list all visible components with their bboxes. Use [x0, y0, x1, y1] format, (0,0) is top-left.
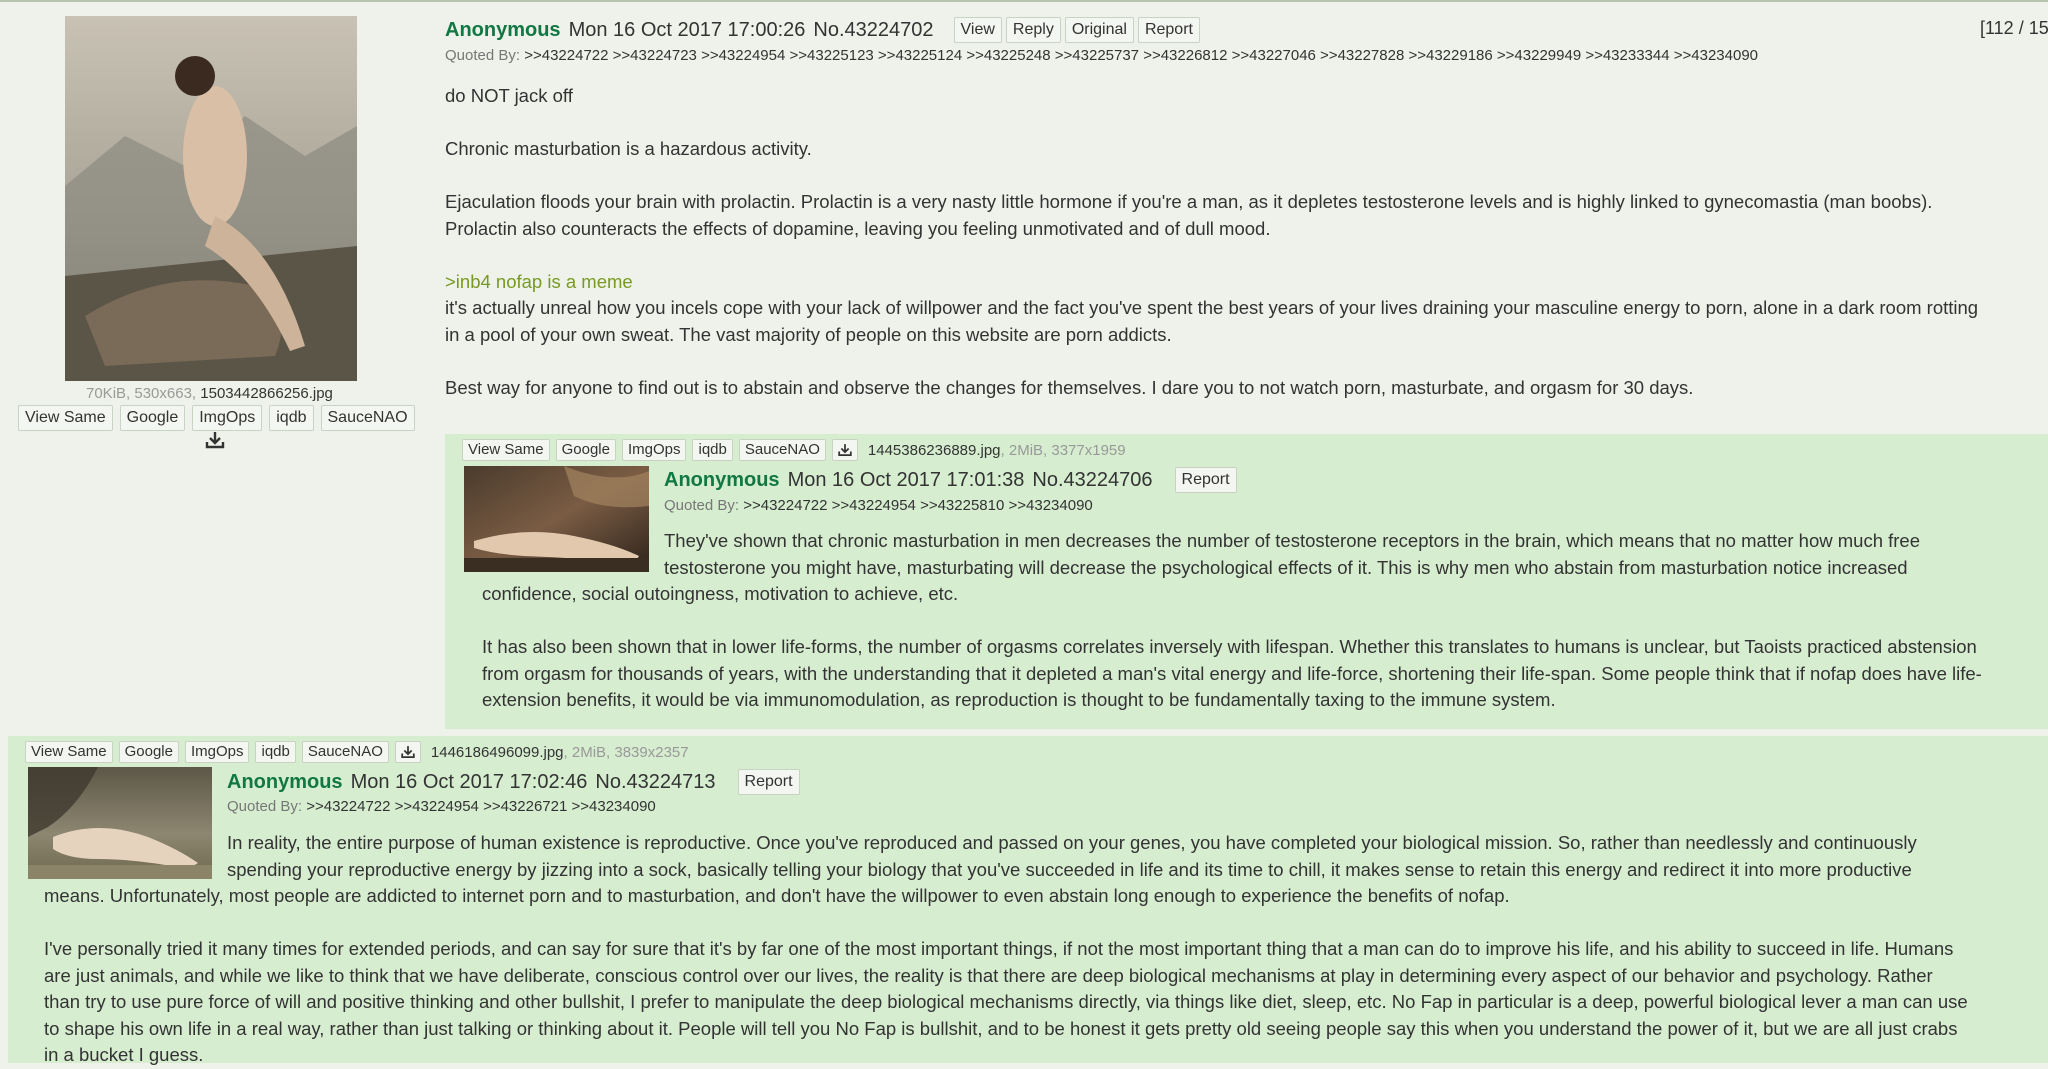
- view-button[interactable]: View: [953, 17, 1002, 43]
- page-counter: [112 / 15: [1980, 18, 2048, 38]
- op-file-name[interactable]: 1503442866256.jpg: [200, 385, 333, 402]
- reply1-poster-name: Anonymous: [664, 468, 780, 491]
- reply1-quoted-by: Quoted By: >>43224722 >>43224954 >>43225…: [664, 497, 1093, 514]
- view-same-button[interactable]: View Same: [25, 741, 113, 763]
- reply2-file-meta: , 2MiB, 3839x2357: [563, 743, 689, 761]
- op-line: Chronic masturbation is a hazardous acti…: [445, 138, 812, 159]
- op-thumbnail[interactable]: [65, 16, 357, 381]
- google-button[interactable]: Google: [119, 405, 186, 431]
- reply2-line: means. Unfortunately, most people are ad…: [44, 885, 1510, 906]
- op-file-info: 70KiB, 530x663, 1503442866256.jpg: [86, 385, 333, 402]
- quoted-by-label: Quoted By:: [445, 47, 521, 64]
- op-line: do NOT jack off: [445, 85, 573, 106]
- reply1-post-number[interactable]: No.43224706: [1032, 469, 1152, 492]
- quoted-by-links[interactable]: >>43224722 >>43224954 >>43225810 >>43234…: [743, 497, 1093, 514]
- op-line: it's actually unreal how you incels cope…: [445, 297, 1979, 318]
- top-border: [0, 0, 2048, 2]
- reply2-line: than try to use pure force of will and p…: [44, 991, 1968, 1012]
- reply1-line: confidence, social outoingness, motivati…: [482, 583, 959, 604]
- reply2-line: In reality, the entire purpose of human …: [227, 832, 1917, 853]
- report-button[interactable]: Report: [1174, 467, 1237, 493]
- reply1-line: extension benefits, it would be via immu…: [482, 689, 1556, 710]
- op-greentext: >inb4 nofap is a meme: [445, 270, 633, 292]
- saucenao-button[interactable]: SauceNAO: [301, 741, 389, 763]
- op-line: Ejaculation floods your brain with prola…: [445, 191, 1933, 212]
- reply1-post-body: They've shown that chronic masturbation …: [482, 528, 2042, 714]
- saucenao-button[interactable]: SauceNAO: [738, 439, 826, 461]
- reply1-line: testosterone you might have, masturbatin…: [664, 556, 1908, 578]
- reply2-line: spending your reproductive energy by jiz…: [227, 858, 1912, 880]
- op-post-date: Mon 16 Oct 2017 17:00:26: [568, 18, 806, 41]
- op-line: Prolactin also counteracts the effects o…: [445, 217, 1271, 239]
- quoted-by-links[interactable]: >>43224722 >>43224723 >>43224954 >>43225…: [524, 47, 1758, 64]
- op-painting-image: [65, 16, 357, 381]
- reply2-post-date: Mon 16 Oct 2017 17:02:46: [350, 770, 588, 793]
- reply2-line: are just animals, and while we like to t…: [44, 964, 1933, 986]
- quoted-by-links[interactable]: >>43224722 >>43224954 >>43226721 >>43234…: [306, 798, 656, 815]
- view-same-button[interactable]: View Same: [462, 439, 550, 461]
- reply1-post-date: Mon 16 Oct 2017 17:01:38: [787, 468, 1025, 491]
- reply2-header: Anonymous Mon 16 Oct 2017 17:02:46 No.43…: [227, 769, 800, 795]
- download-icon: [838, 444, 852, 456]
- reply2-file-name[interactable]: 1446186496099.jpg: [431, 744, 564, 761]
- download-button[interactable]: [831, 439, 858, 461]
- quoted-by-label: Quoted By:: [664, 497, 740, 514]
- report-button[interactable]: Report: [737, 769, 800, 795]
- reply2-post-body: In reality, the entire purpose of human …: [44, 830, 2044, 1069]
- reply1-file-name[interactable]: 1445386236889.jpg: [868, 442, 1001, 459]
- original-button[interactable]: Original: [1064, 17, 1134, 43]
- reply-button[interactable]: Reply: [1005, 17, 1061, 43]
- reply1-file-bar: View Same Google ImgOps iqdb SauceNAO 14…: [462, 439, 1126, 461]
- iqdb-button[interactable]: iqdb: [692, 439, 733, 461]
- google-button[interactable]: Google: [118, 741, 179, 763]
- reply2-quoted-by: Quoted By: >>43224722 >>43224954 >>43226…: [227, 798, 656, 815]
- reply2-line: to shape his own life in a real way, rat…: [44, 1017, 1958, 1039]
- reply2-file-bar: View Same Google ImgOps iqdb SauceNAO 14…: [25, 741, 689, 763]
- op-poster-name: Anonymous: [445, 18, 561, 41]
- reply2-line: I've personally tried it many times for …: [44, 938, 1954, 959]
- report-button[interactable]: Report: [1137, 17, 1200, 43]
- imgops-button[interactable]: ImgOps: [621, 439, 687, 461]
- op-file-size: 70KiB, 530x663,: [86, 385, 197, 402]
- reply1-file-meta: , 2MiB, 3377x1959: [1000, 441, 1126, 459]
- imgops-button[interactable]: ImgOps: [192, 405, 263, 431]
- reply2-poster-name: Anonymous: [227, 770, 343, 793]
- download-icon: [205, 432, 225, 449]
- op-line: Best way for anyone to find out is to ab…: [445, 376, 1694, 398]
- reply1-line: from orgasm for thousands of years, with…: [482, 662, 1982, 684]
- op-download-button[interactable]: [204, 430, 226, 455]
- reply1-line: It has also been shown that in lower lif…: [482, 636, 1977, 657]
- op-post-number[interactable]: No.43224702: [813, 19, 933, 42]
- quoted-by-label: Quoted By:: [227, 798, 303, 815]
- google-button[interactable]: Google: [555, 439, 616, 461]
- reply2-post-number[interactable]: No.43224713: [595, 771, 715, 794]
- op-post-body: do NOT jack off Chronic masturbation is …: [445, 83, 2045, 401]
- view-same-button[interactable]: View Same: [18, 405, 113, 431]
- reply2-line: in a bucket I guess.: [44, 1044, 204, 1065]
- imgops-button[interactable]: ImgOps: [184, 741, 250, 763]
- reply1-line: They've shown that chronic masturbation …: [664, 530, 1921, 551]
- iqdb-button[interactable]: iqdb: [255, 741, 296, 763]
- op-tool-buttons: View Same Google ImgOps iqdb SauceNAO: [18, 405, 415, 431]
- saucenao-button[interactable]: SauceNAO: [320, 405, 415, 431]
- download-icon: [401, 746, 415, 758]
- iqdb-button[interactable]: iqdb: [269, 405, 314, 431]
- op-header: Anonymous Mon 16 Oct 2017 17:00:26 No.43…: [445, 17, 1200, 43]
- op-quoted-by: Quoted By: >>43224722 >>43224723 >>43224…: [445, 47, 1758, 64]
- reply1-header: Anonymous Mon 16 Oct 2017 17:01:38 No.43…: [664, 467, 1237, 493]
- op-line: in a pool of your own sweat. The vast ma…: [445, 323, 1172, 345]
- download-button[interactable]: [394, 741, 421, 763]
